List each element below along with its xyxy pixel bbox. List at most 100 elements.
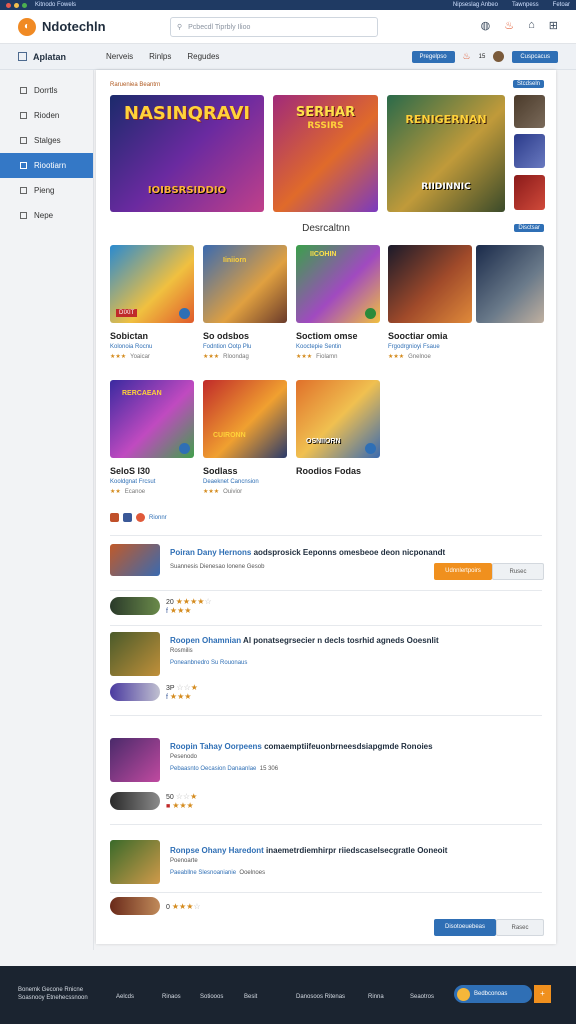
sidebar: Dorrtls Rioden Stalges Riootiarn Pieng N… xyxy=(0,70,94,950)
game-rating: ★★★ Yoaicar xyxy=(110,354,150,360)
sidebar-item-2[interactable]: Rioden xyxy=(0,103,93,128)
primary-button[interactable]: Udnnlertpoirs xyxy=(434,563,492,580)
avatar[interactable] xyxy=(493,51,505,62)
list-sub: Pesenodo xyxy=(170,754,198,760)
game-card-6[interactable]: RERCAEAN SeloS I30 Kooldgnat Frcsut ★★ Ec… xyxy=(110,380,194,495)
google-icon[interactable] xyxy=(136,513,145,522)
mini-thumb xyxy=(110,597,160,615)
game-card-2[interactable]: Iiniiorn So odsbos Fodntion Ootp Plu ★★★… xyxy=(203,245,287,360)
featured-banner-3[interactable]: RENIGERNAN RIIDINNIC xyxy=(387,95,505,212)
nav-item-2[interactable]: Rinlps xyxy=(149,52,171,61)
secondary-button[interactable]: Rusec xyxy=(492,563,544,580)
footer-link-5[interactable]: Danosoos Ritenas xyxy=(296,994,345,1000)
social-label[interactable]: Rionnr xyxy=(149,515,167,521)
game-card-4[interactable]: Sooctiar omia Frgodrgnioyi Fsaue ★★★ Gnel… xyxy=(388,245,472,360)
game-image: RERCAEAN xyxy=(110,380,194,458)
sidebar-item-3[interactable]: Stalges xyxy=(0,128,93,153)
load-more-button[interactable]: Disotoeuebeas xyxy=(434,919,496,936)
square-icon xyxy=(20,212,27,219)
count-label: 15 xyxy=(478,53,486,60)
divider xyxy=(110,590,542,591)
list-item[interactable]: Roopin Tahay Oorpeens comaemptiifeuonbrn… xyxy=(110,736,542,784)
game-title: Sobictan xyxy=(110,331,149,341)
divider xyxy=(110,824,542,825)
app-logo-icon[interactable]: ◐ xyxy=(18,17,36,36)
section-link[interactable]: Disctsar xyxy=(514,224,544,232)
notification-icon[interactable]: ◍ xyxy=(481,19,491,32)
list-item[interactable]: Ronpse Ohany Haredont inaemetrdiemhirpr … xyxy=(110,840,542,888)
sidebar-item-5[interactable]: Pieng xyxy=(0,178,93,203)
share-icon[interactable] xyxy=(110,513,119,522)
system-item-2[interactable]: Tawnpess xyxy=(512,2,539,8)
footer-link-3[interactable]: Sotiooos xyxy=(200,994,223,1000)
featured-link[interactable]: Stcdseln xyxy=(512,80,544,88)
footer-link-2[interactable]: Rinaos xyxy=(162,994,181,1000)
footer-link-4[interactable]: Besit xyxy=(244,994,257,1000)
facebook-icon[interactable] xyxy=(123,513,132,522)
game-card-7[interactable]: CUIRONN Sodlass Deaeknet Cancnsion ★★★ Ou… xyxy=(203,380,287,495)
game-card-8[interactable]: OSNIIORN Roodios Fodas xyxy=(296,380,380,476)
game-image: IICOHIN xyxy=(296,245,380,323)
game-meta: Fodntion Ootp Plu xyxy=(203,344,252,350)
nav-item-1[interactable]: Nerveis xyxy=(106,52,133,61)
featured-thumb-1[interactable] xyxy=(514,95,545,128)
primary-action-button[interactable]: Pregelpso xyxy=(411,50,455,63)
game-rating: ★★★ Gnelnoe xyxy=(388,354,431,360)
facebook-icon[interactable]: f xyxy=(166,608,168,615)
footer-link-6[interactable]: Rinna xyxy=(368,994,384,1000)
featured-thumb-3[interactable] xyxy=(514,175,545,210)
rating-row: 20 ★★★★☆ f ★★★ xyxy=(110,596,212,616)
game-rating: ★★ Ecanoe xyxy=(110,489,146,495)
mini-thumb xyxy=(110,683,160,701)
search-input[interactable]: Pcbecdl Tiprbly Ilioo xyxy=(188,24,250,31)
bag-icon[interactable]: ⌂ xyxy=(528,19,535,32)
game-meta: Deaeknet Cancnsion xyxy=(203,479,259,485)
grid-icon[interactable]: ⊞ xyxy=(549,19,558,32)
footer-about: Bonemk Gecone Rnicne Soasnooy Etnehecssn… xyxy=(18,987,88,1001)
list-thumb xyxy=(110,632,160,676)
system-item-3[interactable]: Fetoar xyxy=(553,2,570,8)
plus-icon[interactable]: + xyxy=(534,985,551,1003)
list-sub2: Paeabllne Slesnoanianie Ooelnoes xyxy=(170,870,266,876)
window-controls[interactable] xyxy=(6,2,27,8)
square-icon xyxy=(20,87,27,94)
game-image: DIXIT xyxy=(110,245,194,323)
game-title: So odsbos xyxy=(203,331,250,341)
brand-name[interactable]: Ndotechln xyxy=(42,19,106,34)
game-meta: Frgodrgnioyi Fsaue xyxy=(388,344,440,350)
game-card-3[interactable]: IICOHIN Soctiom omse Kooctepie Sentin ★★… xyxy=(296,245,380,360)
rating-row: 3P ☆☆★ f ★★★ xyxy=(110,682,198,702)
square-icon xyxy=(20,112,27,119)
fire-icon[interactable]: ♨ xyxy=(504,19,514,32)
reset-button[interactable]: Rasec xyxy=(496,919,544,936)
footer-link-7[interactable]: Seaotros xyxy=(410,994,434,1000)
featured-banner-2[interactable]: SERHAR RSSIRS xyxy=(273,95,378,212)
game-rating: ★★★ Rloondag xyxy=(203,354,249,360)
list-thumb xyxy=(110,840,160,884)
app-square-icon xyxy=(18,52,27,61)
game-rating: ★★★ Fiolamn xyxy=(296,354,338,360)
featured-thumb-2[interactable] xyxy=(514,134,545,168)
app-icon[interactable]: ■ xyxy=(166,803,170,810)
user-button[interactable]: Cuspcacus xyxy=(512,50,558,63)
footer-cta-button[interactable]: Bedbconoas xyxy=(454,985,532,1003)
sidebar-item-1[interactable]: Dorrtls xyxy=(0,78,93,103)
system-item-1[interactable]: Nipseslag Anbeo xyxy=(453,2,498,8)
app-title[interactable]: Aplatan xyxy=(18,52,66,62)
list-title: Roopen Ohamnian Al ponatsegrsecier n dec… xyxy=(170,636,439,645)
game-meta: Kolonoia Rocnu xyxy=(110,344,153,350)
nav-item-3[interactable]: Regudes xyxy=(187,52,219,61)
footer-link-1[interactable]: Aelcds xyxy=(116,994,134,1000)
game-card-1[interactable]: DIXIT Sobictan Kolonoia Rocnu ★★★ Yoaicar xyxy=(110,245,194,360)
search-box[interactable]: ⚲ Pcbecdl Tiprbly Ilioo xyxy=(170,17,378,37)
game-meta: Kooldgnat Frcsut xyxy=(110,479,156,485)
divider xyxy=(110,892,542,893)
game-title: Roodios Fodas xyxy=(296,466,361,476)
featured-banner-1[interactable]: NASINQRAVI IOIBSRSIDDIO xyxy=(110,95,264,212)
facebook-icon[interactable]: f xyxy=(166,694,168,701)
list-item[interactable]: Roopen Ohamnian Al ponatsegrsecier n dec… xyxy=(110,630,542,678)
sidebar-item-6[interactable]: Nepe xyxy=(0,203,93,228)
sidebar-item-4[interactable]: Riootiarn xyxy=(0,153,93,178)
game-card-5[interactable] xyxy=(476,245,544,323)
featured-tag: Rarueniea Beantrn xyxy=(110,82,161,88)
